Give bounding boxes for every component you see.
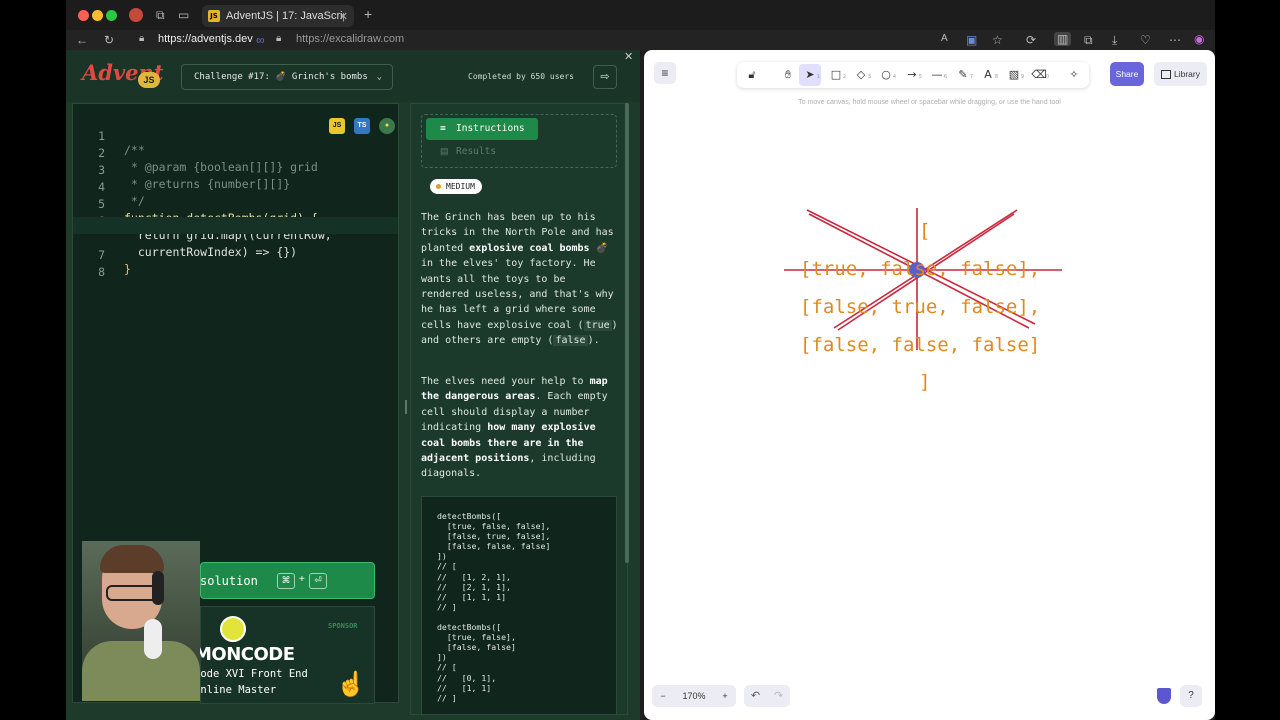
webcam-person-hair [100,545,164,573]
undo-icon[interactable]: ↶ [744,685,767,707]
help-icon[interactable]: ? [1180,685,1202,707]
drawing-text-line: [false, false, false] [800,334,1041,356]
sponsor-tag: SPONSOR [328,622,358,630]
redo-icon[interactable]: ↷ [767,685,790,707]
lang-ts-button[interactable]: TS [354,118,370,134]
kbd-plus: + [299,574,305,585]
performance-icon[interactable]: ♡ [1140,33,1151,47]
url-right[interactable]: https://excalidraw.com [296,33,404,45]
tab-instructions-label: Instructions [456,123,525,134]
new-tab-icon[interactable]: + [364,6,372,22]
document-icon: ≡ [440,123,446,134]
webcam-overlay [82,541,200,701]
code-line: 7 } [73,234,131,276]
cmd-key: ⌘ [277,573,295,589]
maximize-window-button[interactable] [106,10,117,21]
lock-icon-right: 🔒︎ [276,33,282,44]
split-screen-icon[interactable]: ▥ [1054,32,1072,46]
close-tab-icon[interactable]: ✕ [339,10,348,23]
line-number: 8 [98,265,105,279]
description-paragraph-1: The Grinch has been up to his tricks in … [421,212,618,347]
adventjs-pane: Advent JS Challenge #17: 💣 Grinch's bomb… [66,50,640,720]
tab-instructions[interactable]: ≡ Instructions [426,118,538,140]
arrow-right-icon: ⇨ [600,71,610,83]
code-text: * @param {boolean[][]} grid [124,160,318,174]
webcam-headset [152,571,164,605]
example-code-block: detectBombs([ [true, false, false], [fal… [421,496,617,714]
code-line: 5 function detectBombs(grid) { [73,183,318,225]
difficulty-badge: MEDIUM [430,179,482,194]
collections-toolbar-icon[interactable]: ⧉ [1084,33,1093,48]
back-icon[interactable]: ← [76,33,88,47]
profile-avatar[interactable] [129,8,143,22]
submit-label: solution [200,574,258,588]
refresh-split-icon[interactable]: ⟳ [1026,33,1036,47]
scrollbar[interactable] [625,103,629,563]
copilot-icon[interactable]: ◉ [1194,32,1204,46]
zoom-level[interactable]: 170% [674,685,714,707]
drawing-text-line: ] [919,371,931,393]
webcam-person-body [82,641,200,701]
tab-bar: ⧉ ▭ JS AdventJS | 17: JavaScript/TypeScr… [66,0,1215,30]
tab-actions-icon[interactable]: ▭ [178,8,189,22]
lemon-logo-icon [220,616,246,642]
code-line: 8 [73,251,128,279]
drawing-text-line: [true, false, false], [800,258,1041,280]
excalidraw-pane: ≡ 🔓︎ ✋︎ ➤ 1 □ 2 ◇ 3 ○ 4 → 5 —6 ✎ 7 A8 ▧ 9 ⌫ 0 ✧ … [644,50,1215,720]
sponsor-line-1: code XVI Front End [194,668,308,680]
reload-icon[interactable]: ↻ [104,33,114,47]
adventjs-header: Advent JS Challenge #17: 💣 Grinch's bomb… [66,50,640,102]
description-paragraph-2: The elves need your help to map the dang… [421,376,608,480]
download-icon[interactable]: ⤓ [1112,33,1117,48]
more-menu-icon[interactable]: ⋯ [1169,33,1181,47]
minimize-window-button[interactable] [92,10,103,21]
adventjs-logo-badge: JS [138,72,160,88]
collections-icon[interactable]: ⧉ [156,8,165,23]
url-left[interactable]: https://adventjs.dev [158,33,253,45]
panel-tabs: ≡ Instructions Results ▤ [421,114,617,168]
pointer-hand-icon: ☝ [336,671,366,698]
favorite-star-icon[interactable]: ☆ [992,33,1003,47]
chevron-down-icon: ⌄ [376,72,382,82]
next-challenge-button[interactable]: ⇨ [593,65,617,89]
code-line-active: currentRowIndex) => {}) [73,217,398,259]
challenge-label: Challenge #17: 💣 Grinch's bombs [194,72,368,82]
js-favicon-icon: JS [208,10,220,22]
tab-results[interactable]: Results [456,146,496,157]
zoom-out-button[interactable]: − [652,685,674,707]
pane-resize-handle[interactable] [405,400,407,414]
extension-icon[interactable]: ▣ [966,33,977,47]
python-beta-icon[interactable]: ● [379,118,395,134]
code-line: 1 /** [73,115,145,157]
undo-redo-controls: ↶ ↷ [744,685,790,707]
close-window-button[interactable] [78,10,89,21]
webcam-microphone [144,619,162,659]
split-link-icon[interactable]: ∞ [256,33,265,47]
code-line: 3 * @returns {number[][]} [73,149,290,191]
drawing-text-line: [false, true, false], [800,296,1041,318]
enter-key: ⏎ [309,573,327,589]
sponsor-line-2: Online Master [194,684,277,696]
zoom-controls: − 170% + [652,685,736,707]
code-text: currentRowIndex) => {}) [124,245,298,259]
close-pane-icon[interactable]: ✕ [624,50,633,63]
read-aloud-icon[interactable]: A [941,33,948,44]
code-line: 2 * @param {boolean[][]} grid [73,132,318,174]
browser-window: ⧉ ▭ JS AdventJS | 17: JavaScript/TypeScr… [66,0,1215,720]
completed-count: Completed by 650 users [468,72,574,81]
instructions-panel: ≡ Instructions Results ▤ MEDIUM The Grin… [410,103,628,715]
code-text: * @returns {number[][]} [124,177,291,191]
lang-js-button[interactable]: JS [329,118,345,134]
code-line: 6 return grid.map((currentRow, [73,200,332,242]
code-line: 4 */ [73,166,145,208]
sponsor-name: MONCODE [194,644,295,665]
tab-title: AdventJS | 17: JavaScript/TypeScript [226,10,344,22]
zoom-in-button[interactable]: + [714,685,736,707]
lock-icon: 🔒︎ [139,33,145,44]
clipboard-icon: ▤ [440,146,449,156]
drawing-text-line: [ [919,220,931,242]
tab-adventjs[interactable]: JS AdventJS | 17: JavaScript/TypeScript … [202,5,354,27]
challenge-selector[interactable]: Challenge #17: 💣 Grinch's bombs ⌄ [181,64,393,90]
shield-icon[interactable] [1157,688,1171,704]
